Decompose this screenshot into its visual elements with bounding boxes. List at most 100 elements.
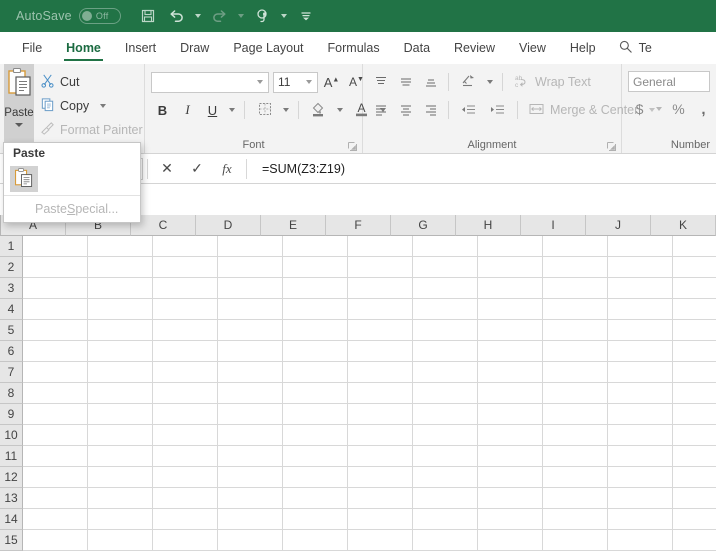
cell-C6[interactable] [153, 341, 218, 362]
cell-K13[interactable] [673, 488, 716, 509]
cell-H5[interactable] [478, 320, 543, 341]
cell-D2[interactable] [218, 257, 283, 278]
cell-A15[interactable] [23, 530, 88, 551]
column-header-j[interactable]: J [586, 215, 651, 236]
cell-B5[interactable] [88, 320, 153, 341]
touch-mode-dropdown-icon[interactable] [279, 4, 290, 28]
cell-C14[interactable] [153, 509, 218, 530]
cell-K6[interactable] [673, 341, 716, 362]
cell-A7[interactable] [23, 362, 88, 383]
cell-J2[interactable] [608, 257, 673, 278]
cell-D4[interactable] [218, 299, 283, 320]
row-header-11[interactable]: 11 [0, 446, 23, 467]
cell-B6[interactable] [88, 341, 153, 362]
cell-A6[interactable] [23, 341, 88, 362]
cell-E7[interactable] [283, 362, 348, 383]
increase-indent-button[interactable] [484, 99, 511, 121]
cell-E4[interactable] [283, 299, 348, 320]
autosave-toggle[interactable]: Off [78, 8, 121, 24]
cell-K14[interactable] [673, 509, 716, 530]
cell-E14[interactable] [283, 509, 348, 530]
comma-format-button[interactable]: , [692, 98, 715, 120]
cell-A14[interactable] [23, 509, 88, 530]
cell-A4[interactable] [23, 299, 88, 320]
cell-G6[interactable] [413, 341, 478, 362]
cell-A10[interactable] [23, 425, 88, 446]
cell-H13[interactable] [478, 488, 543, 509]
cell-H1[interactable] [478, 236, 543, 257]
cell-B10[interactable] [88, 425, 153, 446]
cell-F8[interactable] [348, 383, 413, 404]
tab-page-layout[interactable]: Page Layout [221, 32, 315, 64]
cell-I10[interactable] [543, 425, 608, 446]
cell-D1[interactable] [218, 236, 283, 257]
cell-H14[interactable] [478, 509, 543, 530]
cell-I1[interactable] [543, 236, 608, 257]
copy-button[interactable]: Copy [40, 95, 143, 116]
cell-E12[interactable] [283, 467, 348, 488]
font-dialog-launcher-icon[interactable] [347, 141, 358, 152]
middle-align-button[interactable] [394, 71, 417, 93]
alignment-dialog-launcher-icon[interactable] [606, 141, 617, 152]
cell-D10[interactable] [218, 425, 283, 446]
cell-F2[interactable] [348, 257, 413, 278]
wrap-text-button[interactable]: ab c Wrap Text [513, 72, 591, 93]
tab-view[interactable]: View [507, 32, 558, 64]
column-header-d[interactable]: D [196, 215, 261, 236]
row-header-4[interactable]: 4 [0, 299, 23, 320]
cell-I12[interactable] [543, 467, 608, 488]
cell-H2[interactable] [478, 257, 543, 278]
customize-qat-icon[interactable] [293, 4, 319, 28]
cell-F4[interactable] [348, 299, 413, 320]
cell-A1[interactable] [23, 236, 88, 257]
cell-K8[interactable] [673, 383, 716, 404]
cell-I6[interactable] [543, 341, 608, 362]
formula-input[interactable]: =SUM(Z3:Z19) [251, 157, 716, 181]
cell-C5[interactable] [153, 320, 218, 341]
cell-A2[interactable] [23, 257, 88, 278]
increase-font-size-button[interactable]: A▲ [320, 71, 343, 93]
cell-J15[interactable] [608, 530, 673, 551]
cell-H4[interactable] [478, 299, 543, 320]
cell-H3[interactable] [478, 278, 543, 299]
cell-G3[interactable] [413, 278, 478, 299]
paste-all-option[interactable] [10, 166, 38, 192]
cell-B15[interactable] [88, 530, 153, 551]
cut-button[interactable]: Cut [40, 71, 143, 92]
cancel-formula-button[interactable]: ✕ [152, 157, 182, 181]
cell-B11[interactable] [88, 446, 153, 467]
cell-J7[interactable] [608, 362, 673, 383]
tab-review[interactable]: Review [442, 32, 507, 64]
cell-H8[interactable] [478, 383, 543, 404]
cell-A13[interactable] [23, 488, 88, 509]
cell-K12[interactable] [673, 467, 716, 488]
cell-B14[interactable] [88, 509, 153, 530]
cell-E11[interactable] [283, 446, 348, 467]
tell-me-search[interactable]: Te [618, 32, 652, 64]
enter-formula-button[interactable]: ✓ [182, 157, 212, 181]
cell-G2[interactable] [413, 257, 478, 278]
paste-dropdown-icon[interactable] [15, 123, 23, 127]
cell-K10[interactable] [673, 425, 716, 446]
orientation-dropdown-icon[interactable] [484, 71, 496, 93]
font-size-input[interactable]: 11 [273, 71, 318, 93]
cell-E15[interactable] [283, 530, 348, 551]
cell-D12[interactable] [218, 467, 283, 488]
cell-I2[interactable] [543, 257, 608, 278]
percent-format-button[interactable]: % [667, 98, 690, 120]
cell-J1[interactable] [608, 236, 673, 257]
row-header-10[interactable]: 10 [0, 425, 23, 446]
cell-C2[interactable] [153, 257, 218, 278]
font-size-dropdown-icon[interactable] [306, 80, 312, 84]
underline-button[interactable]: U [201, 99, 224, 121]
cell-I5[interactable] [543, 320, 608, 341]
cell-I13[interactable] [543, 488, 608, 509]
cell-B4[interactable] [88, 299, 153, 320]
cell-G10[interactable] [413, 425, 478, 446]
align-left-button[interactable] [369, 99, 392, 121]
cell-G5[interactable] [413, 320, 478, 341]
cell-I4[interactable] [543, 299, 608, 320]
cell-H9[interactable] [478, 404, 543, 425]
cell-K11[interactable] [673, 446, 716, 467]
row-header-12[interactable]: 12 [0, 467, 23, 488]
